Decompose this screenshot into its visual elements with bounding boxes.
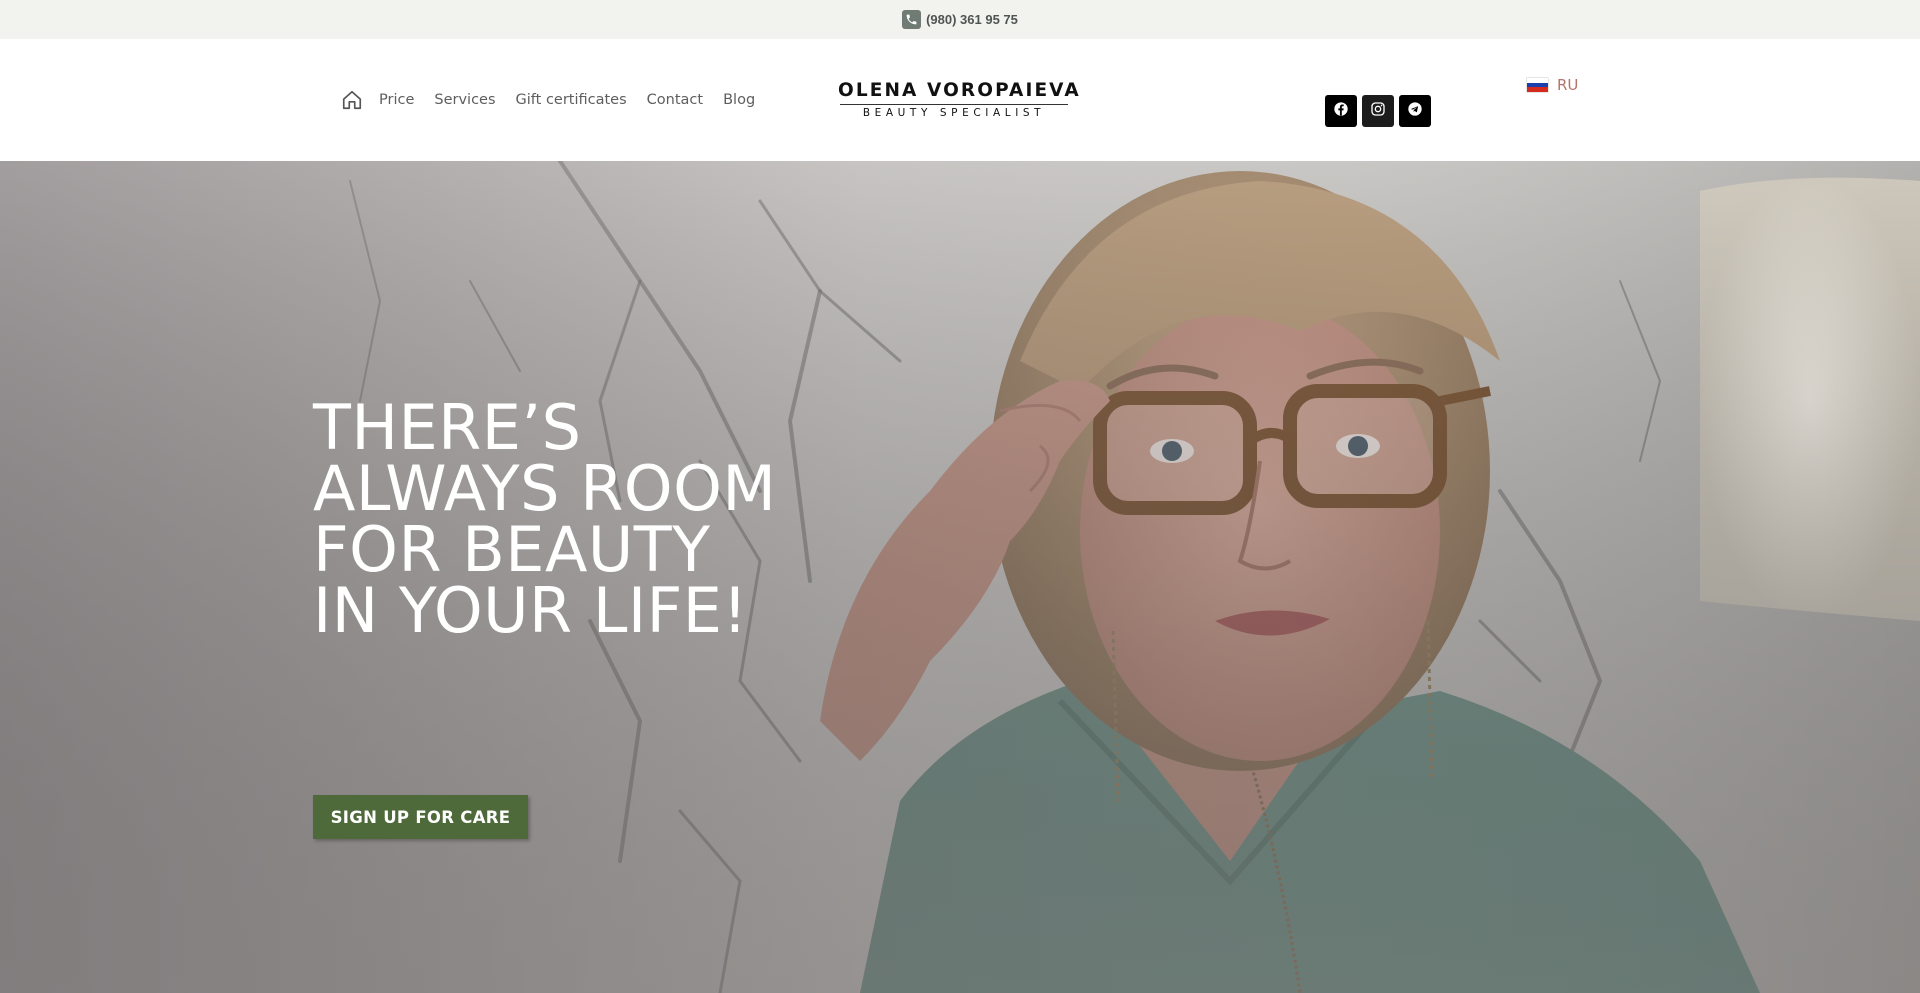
home-icon[interactable]: [341, 89, 363, 111]
sign-up-button[interactable]: SIGN UP FOR CARE: [313, 795, 528, 839]
logo-name: OLENA VOROPAIEVA: [838, 80, 1081, 101]
telegram-icon: [1407, 101, 1423, 122]
phone-link[interactable]: (980) 361 95 75: [902, 10, 1018, 29]
hero-headline: THERE’S ALWAYS ROOM FOR BEAUTY IN YOUR L…: [313, 391, 777, 647]
nav-gift-certificates[interactable]: Gift certificates: [516, 92, 627, 108]
hero-section: THERE’S ALWAYS ROOM FOR BEAUTY IN YOUR L…: [0, 161, 1920, 993]
nav-contact[interactable]: Contact: [647, 92, 703, 108]
language-switcher[interactable]: RU: [1527, 76, 1578, 94]
nav-blog[interactable]: Blog: [723, 92, 755, 108]
logo-divider: [840, 104, 1068, 105]
facebook-icon: [1333, 101, 1349, 122]
telegram-button[interactable]: [1399, 95, 1431, 127]
instagram-icon: [1370, 101, 1386, 122]
nav-price[interactable]: Price: [379, 92, 414, 108]
phone-number: (980) 361 95 75: [926, 12, 1018, 27]
hero-photo: [0, 161, 1920, 993]
phone-icon: [902, 10, 922, 29]
site-header: Price Services Gift certificates Contact…: [0, 39, 1920, 161]
instagram-button[interactable]: [1362, 95, 1394, 127]
facebook-button[interactable]: [1325, 95, 1357, 127]
nav-services[interactable]: Services: [434, 92, 495, 108]
social-links: [1325, 95, 1431, 127]
top-contact-bar: (980) 361 95 75: [0, 0, 1920, 39]
main-navigation: Price Services Gift certificates Contact…: [341, 89, 775, 111]
russia-flag-icon: [1527, 78, 1548, 93]
site-logo[interactable]: OLENA VOROPAIEVA BEAUTY SPECIALIST: [838, 80, 1081, 120]
logo-subtitle: BEAUTY SPECIALIST: [862, 107, 1046, 119]
language-code: RU: [1557, 76, 1579, 94]
